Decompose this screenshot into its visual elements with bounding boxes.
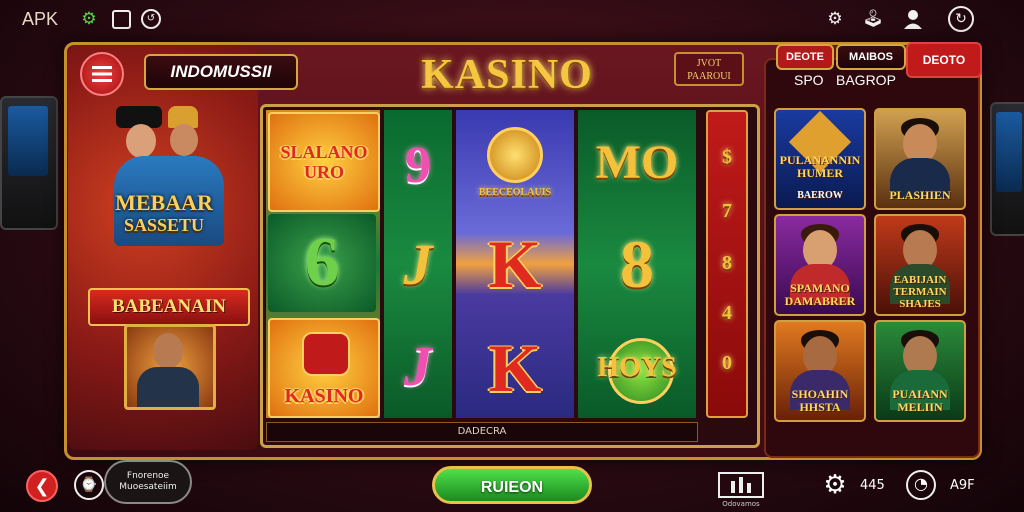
- game-card[interactable]: SHOAHIN HHSTA: [774, 320, 866, 422]
- history-icon[interactable]: ↺: [140, 8, 162, 30]
- stats-icon[interactable]: [718, 472, 764, 498]
- reel-4: MO 8 HOYS: [578, 110, 696, 418]
- settings-gear-icon[interactable]: ⚙: [820, 470, 850, 500]
- tab-maibos[interactable]: MAIBOS: [836, 44, 906, 70]
- sub-label-spo[interactable]: SPO: [794, 72, 824, 88]
- menu-icon: [92, 66, 112, 82]
- promo-title-line2: SASSETU: [123, 215, 205, 235]
- promo-title: MEBAAR SASSETU: [76, 192, 252, 236]
- game-card[interactable]: PUAIANN MELIIN: [874, 320, 966, 422]
- spin-label: RUIEON: [480, 479, 544, 496]
- sub-label-bagrop[interactable]: BAGROP: [836, 72, 896, 88]
- side-symbol: 8: [722, 251, 732, 274]
- jackpot-badge[interactable]: JVOT PAAROUI: [674, 52, 744, 86]
- region-selector[interactable]: INDOMUSSII: [144, 54, 298, 90]
- reel-symbol: 6: [268, 214, 376, 312]
- save-icon[interactable]: [110, 8, 132, 30]
- right-slot-machine: [990, 102, 1024, 236]
- promo-portrait[interactable]: [124, 324, 216, 410]
- timer-icon[interactable]: ◔: [906, 470, 936, 500]
- side-reel: $ 7 8 4 0: [706, 110, 748, 418]
- tab-deote[interactable]: DEOTE: [776, 44, 834, 70]
- value-1: 445: [860, 478, 885, 493]
- back-button[interactable]: ❮: [26, 470, 58, 502]
- top-bar: APK ⚙ ↺ ⚙ 🕹 ↻: [0, 0, 1024, 40]
- reels-footer-label: DADECRA: [457, 426, 507, 437]
- spin-button[interactable]: RUIEON: [432, 466, 592, 504]
- reel-2: 9 J J: [384, 110, 452, 418]
- game-title: KASINO: [421, 52, 593, 98]
- back-arrow-icon: ❮: [34, 475, 50, 497]
- tab-deoto[interactable]: DEOTO: [906, 42, 982, 78]
- reel-symbol: MO: [595, 135, 679, 189]
- stats-label: Odovamos: [722, 500, 760, 508]
- game-card[interactable]: SPAMANO DAMABRER: [774, 214, 866, 316]
- side-symbol: $: [722, 145, 732, 168]
- side-symbol: 0: [722, 351, 732, 374]
- left-slot-machine: [0, 96, 58, 230]
- settings-icon[interactable]: ⚙: [824, 8, 846, 30]
- reel-symbol: K: [488, 329, 542, 406]
- region-selector-label: INDOMUSSII: [170, 62, 272, 81]
- reel-symbol: J: [404, 336, 432, 398]
- apk-label: APK: [22, 9, 59, 29]
- refresh-icon[interactable]: ↻: [948, 6, 974, 32]
- side-symbol: 4: [722, 301, 732, 324]
- user-icon[interactable]: [902, 8, 924, 30]
- joystick-icon[interactable]: 🕹: [862, 8, 884, 30]
- reel-symbol: SLALANO URO: [268, 112, 380, 212]
- info-panel[interactable]: Fnorenoe Muoesateiim: [104, 460, 192, 504]
- promo-banner-label: BABEANAIN: [111, 296, 227, 317]
- reel-3: BEECEOLAUIS K K: [456, 110, 574, 418]
- game-card[interactable]: EABIJAIN TERMAIN SHAJES: [874, 214, 966, 316]
- side-symbol: 7: [722, 199, 732, 222]
- promo-title-line1: MEBAAR: [115, 190, 213, 215]
- game-card[interactable]: PULANANNIN HUMER BAEROW: [774, 108, 866, 210]
- gear-icon[interactable]: ⚙: [78, 8, 100, 30]
- clock-icon[interactable]: ⌚: [74, 470, 104, 500]
- reel-symbol: J: [403, 231, 433, 297]
- menu-button[interactable]: [80, 52, 124, 96]
- reel-symbol: 9: [405, 136, 431, 194]
- reel-symbol: HOYS: [578, 320, 696, 416]
- reel-symbol: K: [488, 225, 542, 302]
- reel-symbol: 8: [620, 225, 654, 302]
- reel-symbol: BEECEOLAUIS: [456, 114, 574, 210]
- reel-symbol: KASINO: [268, 318, 380, 418]
- promo-banner[interactable]: BABEANAIN: [88, 288, 250, 326]
- game-card[interactable]: PLASHIEN: [874, 108, 966, 210]
- info-label: Fnorenoe Muoesateiim: [119, 471, 177, 492]
- promo-panel: MEBAAR SASSETU BABEANAIN: [68, 46, 258, 450]
- reel-1: SLALANO URO 6 KASINO: [266, 110, 380, 418]
- reels-footer: DADECRA: [266, 422, 698, 442]
- value-2: A9F: [950, 478, 975, 493]
